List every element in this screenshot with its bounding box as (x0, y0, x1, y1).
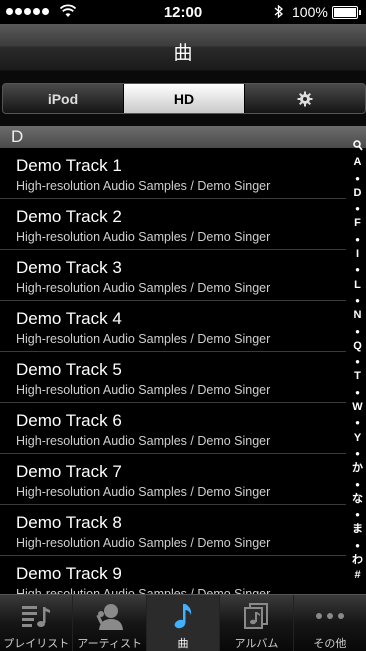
tab-label: プレイリスト (3, 638, 70, 650)
index-dot[interactable]: ● (355, 385, 360, 400)
index-dot[interactable]: ● (355, 262, 360, 277)
index-letter[interactable]: L (354, 278, 361, 293)
playlist-icon (22, 606, 51, 627)
track-title: Demo Track 6 (16, 411, 122, 430)
track-title: Demo Track 1 (16, 156, 122, 175)
music-note-icon (174, 604, 192, 629)
nav-bar: 曲 (0, 24, 366, 71)
tab-label: 曲 (177, 638, 189, 650)
index-dot[interactable]: ● (355, 201, 360, 216)
tab-album[interactable]: アルバム (220, 595, 294, 651)
index-letter[interactable]: か (352, 461, 363, 476)
track-row[interactable]: Demo Track 4 High-resolution Audio Sample… (0, 301, 346, 352)
track-subtitle: High-resolution Audio Samples / Demo Sin… (16, 587, 271, 594)
tab-playlist[interactable]: プレイリスト (0, 595, 74, 651)
index-letter[interactable]: A (354, 155, 362, 170)
tab-songs[interactable]: 曲 (146, 595, 221, 651)
index-dot[interactable]: ● (355, 171, 360, 186)
gear-icon (297, 91, 313, 106)
index-letter[interactable]: N (354, 308, 362, 323)
tab-artist[interactable]: アーティスト (73, 595, 147, 651)
index-letter[interactable]: わ (352, 553, 363, 568)
track-subtitle: High-resolution Audio Samples / Demo Sin… (16, 332, 271, 346)
segment-hd[interactable]: HD (124, 84, 245, 113)
artist-icon (96, 604, 123, 630)
index-dot[interactable]: ● (355, 477, 360, 492)
source-segmented-control: iPod HD (2, 83, 366, 114)
index-dot[interactable]: ● (355, 293, 360, 308)
track-subtitle: High-resolution Audio Samples / Demo Sin… (16, 230, 271, 244)
index-letter[interactable]: D (354, 186, 362, 201)
source-segment-bar: iPod HD (0, 71, 366, 126)
track-subtitle: High-resolution Audio Samples / Demo Sin… (16, 281, 271, 295)
track-subtitle: High-resolution Audio Samples / Demo Sin… (16, 536, 271, 550)
index-letter[interactable]: な (352, 492, 363, 507)
index-search-icon[interactable] (352, 140, 363, 155)
track-subtitle: High-resolution Audio Samples / Demo Sin… (16, 485, 271, 499)
track-row[interactable]: Demo Track 8 High-resolution Audio Sample… (0, 505, 346, 556)
track-row[interactable]: Demo Track 2 High-resolution Audio Sample… (0, 199, 346, 250)
track-title: Demo Track 8 (16, 513, 122, 532)
section-letter: D (11, 127, 24, 146)
index-letter[interactable]: Q (353, 339, 362, 354)
track-row[interactable]: Demo Track 6 High-resolution Audio Sample… (0, 403, 346, 454)
track-title: Demo Track 2 (16, 207, 122, 226)
track-title: Demo Track 9 (16, 564, 122, 583)
segment-ipod[interactable]: iPod (3, 84, 124, 113)
tab-label: その他 (313, 638, 347, 650)
track-row[interactable]: Demo Track 3 High-resolution Audio Sample… (0, 250, 346, 301)
track-row[interactable]: Demo Track 9 High-resolution Audio Sample… (0, 556, 346, 594)
album-icon (244, 603, 269, 629)
track-list[interactable]: Demo Track 1 High-resolution Audio Sample… (0, 148, 366, 594)
section-header: D (0, 126, 366, 148)
battery-percent: 100% (292, 4, 328, 20)
index-letter[interactable]: W (352, 400, 362, 415)
track-title: Demo Track 4 (16, 309, 122, 328)
alphabet-index[interactable]: A ● D ● F ● I ● L ● N ● Q ● T ● W ● Y ● か ● な ● ま ● わ # (349, 140, 366, 583)
track-title: Demo Track 5 (16, 360, 122, 379)
index-dot[interactable]: ● (355, 446, 360, 461)
track-subtitle: High-resolution Audio Samples / Demo Sin… (16, 434, 271, 448)
battery-icon (332, 6, 361, 19)
index-dot[interactable]: ● (355, 354, 360, 369)
index-dot[interactable]: ● (355, 415, 360, 430)
index-letter[interactable]: F (354, 216, 361, 231)
index-dot[interactable]: ● (355, 538, 360, 553)
track-subtitle: High-resolution Audio Samples / Demo Sin… (16, 383, 271, 397)
more-icon (315, 613, 344, 619)
index-dot[interactable]: ● (355, 507, 360, 522)
track-title: Demo Track 3 (16, 258, 122, 277)
tab-label: アーティスト (77, 638, 142, 650)
index-dot[interactable]: ● (355, 232, 360, 247)
index-letter[interactable]: # (354, 568, 360, 583)
index-letter[interactable]: T (354, 369, 361, 384)
page-title: 曲 (173, 43, 193, 64)
bluetooth-icon (274, 4, 283, 19)
tab-more[interactable]: その他 (294, 595, 366, 651)
index-letter[interactable]: ま (352, 522, 363, 537)
track-row[interactable]: Demo Track 5 High-resolution Audio Sample… (0, 352, 346, 403)
track-title: Demo Track 7 (16, 462, 122, 481)
index-dot[interactable]: ● (355, 324, 360, 339)
status-bar: 12:00 100% (0, 0, 366, 24)
index-letter[interactable]: I (356, 247, 359, 262)
track-row[interactable]: Demo Track 1 High-resolution Audio Sample… (0, 148, 346, 199)
track-row[interactable]: Demo Track 7 High-resolution Audio Sample… (0, 454, 346, 505)
index-letter[interactable]: Y (354, 431, 361, 446)
track-subtitle: High-resolution Audio Samples / Demo Sin… (16, 179, 271, 193)
tab-bar: プレイリスト アーティスト 曲 アルバム その他 (0, 594, 366, 651)
tab-label: アルバム (234, 638, 279, 650)
segment-settings[interactable] (245, 84, 365, 113)
